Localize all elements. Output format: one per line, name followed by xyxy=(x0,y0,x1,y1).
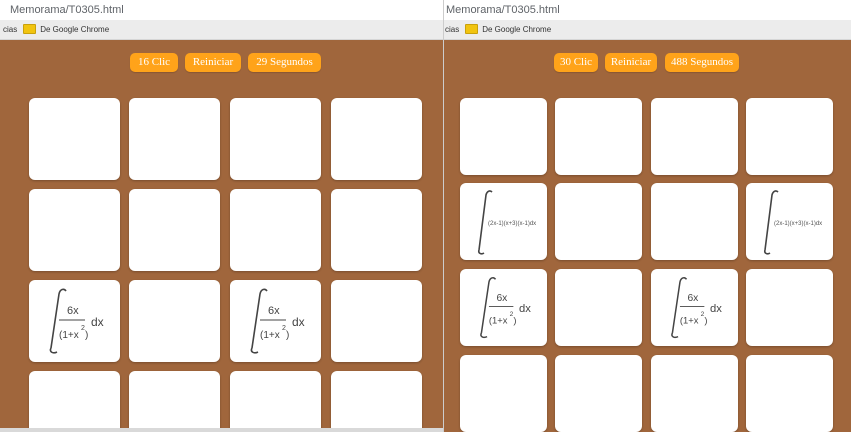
memory-card[interactable] xyxy=(555,183,642,260)
memory-card[interactable] xyxy=(555,269,642,346)
math-dx: dx xyxy=(519,303,531,315)
clicks-counter-button[interactable]: 16 Clic xyxy=(130,53,178,72)
memory-card[interactable] xyxy=(129,280,220,362)
math-dx: dx xyxy=(292,315,305,329)
bookmark-folder[interactable]: De Google Chrome xyxy=(40,25,109,34)
math-denominator: (1+x xyxy=(59,330,79,341)
memory-card[interactable]: (2x-1)(x+3)(x-1)dx xyxy=(746,183,833,260)
bookmarks-bar: cias De Google Chrome xyxy=(444,20,851,40)
bookmark-folder[interactable]: De Google Chrome xyxy=(482,25,551,34)
math-close-paren: ) xyxy=(286,330,289,341)
bookmarks-bar: cias De Google Chrome xyxy=(0,20,444,40)
bookmark-apps-fragment[interactable]: cias xyxy=(444,25,459,34)
memory-card[interactable] xyxy=(129,189,220,271)
timer-button[interactable]: 29 Segundos xyxy=(248,53,321,72)
address-url: Memorama/T0305.html xyxy=(446,4,560,16)
math-denominator: (1+x xyxy=(260,330,280,341)
memory-card[interactable] xyxy=(331,280,422,362)
math-integrand: (2x-1)(x+3)(x-1)dx xyxy=(488,221,536,227)
memory-card[interactable] xyxy=(555,98,642,175)
memory-card[interactable] xyxy=(230,98,321,180)
timer-button[interactable]: 488 Segundos xyxy=(665,53,739,72)
integral-sign-icon xyxy=(671,277,688,339)
memory-card[interactable] xyxy=(651,355,738,432)
math-numerator: 6x xyxy=(67,305,79,317)
bookmark-apps-fragment[interactable]: cias xyxy=(0,25,17,34)
memory-card[interactable]: 6x (1+x 2) dx xyxy=(460,269,547,346)
address-bar[interactable]: Memorama/T0305.html xyxy=(0,0,444,20)
card-formula: (2x-1)(x+3)(x-1)dx xyxy=(764,190,822,255)
right-browser-window: Memorama/T0305.html cias De Google Chrome… xyxy=(444,0,851,432)
math-close-paren: ) xyxy=(704,314,707,325)
address-url: Memorama/T0305.html xyxy=(10,4,124,16)
math-numerator: 6x xyxy=(268,305,280,317)
memory-card[interactable] xyxy=(29,371,120,432)
memory-card[interactable] xyxy=(331,98,422,180)
memory-card[interactable]: 6x (1+x 2) dx xyxy=(651,269,738,346)
scrollbar-track[interactable] xyxy=(0,428,444,432)
memory-card[interactable] xyxy=(460,355,547,432)
restart-button[interactable]: Reiniciar xyxy=(185,53,241,72)
integral-sign-icon xyxy=(480,277,497,339)
card-formula: 6x(1+x2)dx xyxy=(671,277,722,339)
math-denominator: (1+x xyxy=(489,314,508,325)
memorama-page: 30 Clic Reiniciar 488 Segundos (2x-1)(x+… xyxy=(444,40,851,432)
card-formula: 6x(1+x2)dx xyxy=(250,288,305,354)
memory-card[interactable] xyxy=(29,189,120,271)
memory-card[interactable] xyxy=(230,189,321,271)
memory-card[interactable] xyxy=(331,371,422,432)
memory-card[interactable] xyxy=(331,189,422,271)
memory-card[interactable] xyxy=(651,98,738,175)
card-formula: 6x(1+x2)dx xyxy=(49,288,104,354)
math-dx: dx xyxy=(91,315,104,329)
integral-sign-icon xyxy=(49,288,67,354)
memory-card[interactable] xyxy=(555,355,642,432)
integral-sign-icon xyxy=(250,288,268,354)
memory-card[interactable]: 6x (1+x 2) dx xyxy=(29,280,120,362)
memory-card[interactable] xyxy=(746,355,833,432)
address-bar[interactable]: Memorama/T0305.html xyxy=(444,0,851,20)
math-close-paren: ) xyxy=(85,330,88,341)
math-numerator: 6x xyxy=(687,293,699,304)
math-dx: dx xyxy=(710,303,722,315)
card-formula: 6x(1+x2)dx xyxy=(480,277,531,339)
folder-icon xyxy=(465,23,479,34)
memory-card[interactable] xyxy=(460,98,547,175)
memory-card[interactable] xyxy=(129,371,220,432)
restart-button[interactable]: Reiniciar xyxy=(605,53,657,72)
memory-card[interactable] xyxy=(746,269,833,346)
memory-card[interactable] xyxy=(129,98,220,180)
card-formula: (2x-1)(x+3)(x-1)dx xyxy=(478,190,536,255)
math-denominator: (1+x xyxy=(680,314,699,325)
math-numerator: 6x xyxy=(496,293,508,304)
math-integrand: (2x-1)(x+3)(x-1)dx xyxy=(774,221,822,227)
clicks-counter-button[interactable]: 30 Clic xyxy=(554,53,598,72)
math-close-paren: ) xyxy=(513,314,516,325)
memory-card[interactable] xyxy=(230,371,321,432)
memory-card[interactable]: (2x-1)(x+3)(x-1)dx xyxy=(460,183,547,260)
memory-card[interactable] xyxy=(746,98,833,175)
folder-icon xyxy=(23,23,37,34)
memory-card[interactable] xyxy=(651,183,738,260)
left-browser-window: Memorama/T0305.html cias De Google Chrome… xyxy=(0,0,444,432)
memorama-page: 16 Clic Reiniciar 29 Segundos 6x (1+x 2) dx… xyxy=(0,40,444,432)
memory-card[interactable]: 6x (1+x 2) dx xyxy=(230,280,321,362)
memory-card[interactable] xyxy=(29,98,120,180)
